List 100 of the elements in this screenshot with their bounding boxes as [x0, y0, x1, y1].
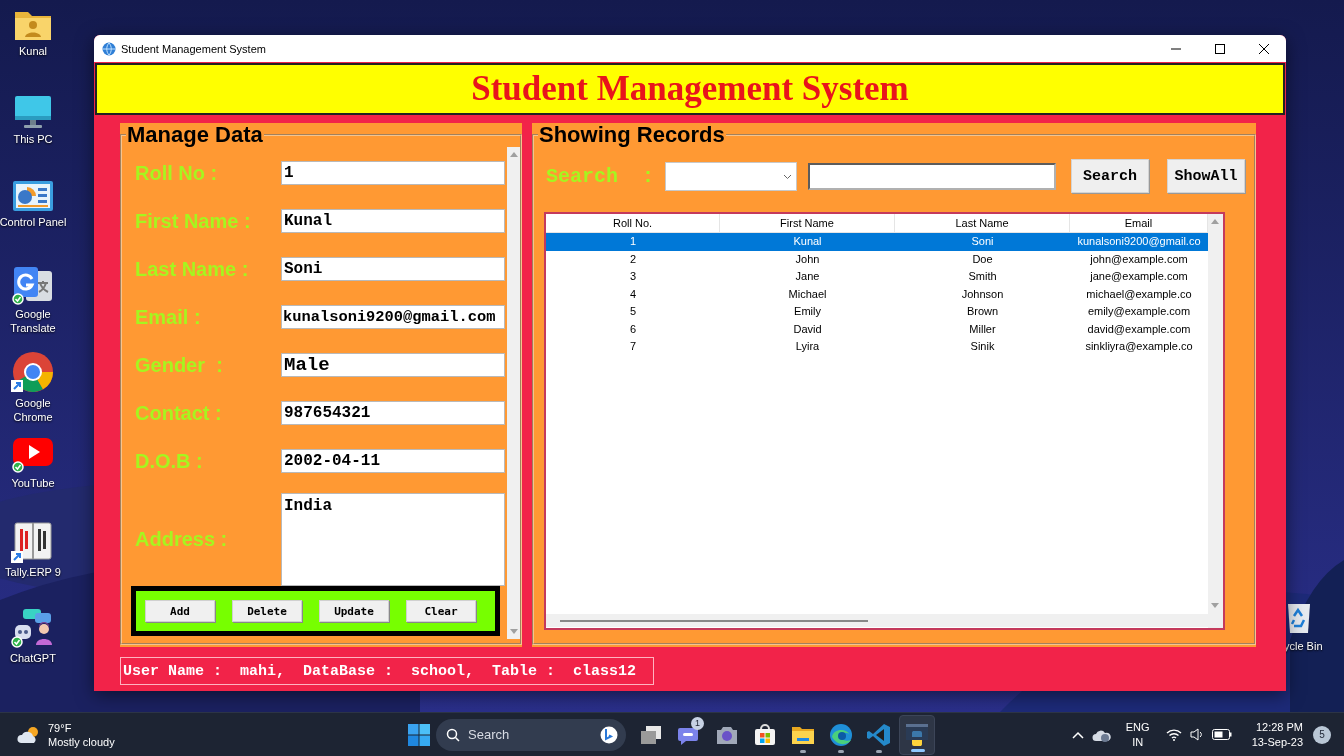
- show-all-button[interactable]: ShowAll: [1167, 159, 1245, 193]
- table-cell-text: 2: [628, 251, 638, 267]
- code-editor-icon[interactable]: [867, 722, 891, 747]
- table-row[interactable]: 1 Kunal Soni kunalsoni9200@gmail.co: [546, 233, 1208, 251]
- input-field[interactable]: Soni: [281, 257, 505, 281]
- table-cell-text: Michael: [787, 286, 828, 302]
- table-cell-text: jane@example.com: [1089, 269, 1189, 284]
- input-field[interactable]: 987654321: [281, 401, 505, 425]
- control-panel-icon[interactable]: [12, 179, 54, 213]
- table-cell-text: Soni: [970, 234, 995, 249]
- table-row[interactable]: 3 Jane Smith jane@example.com: [546, 268, 1208, 286]
- search-icon: [446, 727, 460, 742]
- weather-condition: Mostly cloudy: [48, 734, 115, 749]
- icon-label: Google Translate: [9, 306, 57, 335]
- icon-label: YouTube: [10, 475, 56, 490]
- window-title: Student Management System: [121, 42, 267, 55]
- speaker-icon[interactable]: [1189, 728, 1204, 741]
- folder-icon[interactable]: [791, 724, 815, 745]
- app-heading: Student Management System: [471, 69, 909, 109]
- monitor-icon[interactable]: [13, 93, 53, 130]
- panel-title: Manage Data: [126, 123, 264, 147]
- temperature: 79°F: [48, 720, 73, 735]
- field-label: Contact :: [135, 401, 223, 425]
- field-label: Roll No :: [135, 161, 219, 185]
- table-cell-text: 5: [628, 304, 638, 319]
- chat-robot-icon[interactable]: [11, 606, 55, 649]
- table-cell-text: 3: [628, 269, 638, 284]
- maximize-icon[interactable]: [1215, 43, 1225, 54]
- chevron-up-icon[interactable]: [1071, 730, 1084, 739]
- action-button[interactable]: Add: [145, 600, 215, 622]
- column-header[interactable]: Last Name: [895, 214, 1070, 232]
- field-label: Email :: [135, 305, 202, 329]
- column-header[interactable]: First Name: [720, 214, 895, 232]
- table-cell-text: john@example.com: [1089, 251, 1189, 267]
- field-label: Last Name :: [135, 257, 250, 281]
- chevron-down-icon: [783, 173, 792, 180]
- youtube-icon[interactable]: [11, 435, 55, 474]
- action-button[interactable]: Delete: [232, 600, 302, 622]
- close-icon[interactable]: [1259, 43, 1269, 54]
- icon-label: This PC: [12, 131, 54, 146]
- table-cell-text: kunalsoni9200@gmail.co: [1076, 234, 1202, 249]
- store-bag-icon[interactable]: [754, 723, 776, 746]
- clock-time[interactable]: 12:28 PM: [1255, 719, 1303, 735]
- icon-label: ChatGPT: [9, 650, 57, 665]
- action-button[interactable]: Clear: [406, 600, 476, 622]
- table-cell-text: Jane: [794, 269, 821, 284]
- icon-label: Control Panel: [0, 215, 67, 229]
- battery-icon[interactable]: [1211, 729, 1232, 740]
- input-field[interactable]: kunalsoni9200@gmail.com: [281, 305, 505, 329]
- input-field[interactable]: Male: [281, 353, 505, 377]
- search-box[interactable]: Search: [436, 718, 626, 751]
- camera-icon[interactable]: [715, 724, 739, 745]
- notification-badge: 1: [691, 716, 704, 730]
- column-header[interactable]: Roll No.: [546, 214, 720, 232]
- table-cell-text: Sinik: [969, 339, 996, 354]
- table-cell-text: sinkliyra@example.co: [1084, 339, 1194, 354]
- status-bar: User Name : mahi, DataBase : school, Table : class12: [120, 657, 654, 685]
- clock-date[interactable]: 13-Sep-23: [1251, 734, 1303, 750]
- scrollbar[interactable]: [507, 147, 520, 639]
- table-row[interactable]: 4 Michael Johnson michael@example.co: [546, 285, 1208, 303]
- horizontal-scrollbar[interactable]: [546, 614, 1208, 627]
- ledger-book-icon[interactable]: [11, 521, 55, 563]
- wifi-icon[interactable]: [1165, 728, 1182, 741]
- globe-icon: [102, 41, 116, 56]
- table-cell-text: 4: [628, 286, 638, 302]
- table-row[interactable]: 6 David Miller david@example.com: [546, 320, 1208, 338]
- input-field[interactable]: 1: [281, 161, 505, 185]
- table-cell-text: Kunal: [792, 234, 823, 249]
- input-field[interactable]: 2002-04-11: [281, 449, 505, 473]
- table-cell-text: David: [792, 321, 823, 337]
- python-app-icon[interactable]: [905, 722, 929, 747]
- chrome-icon[interactable]: [11, 350, 55, 394]
- panel-title: Showing Records: [538, 123, 726, 147]
- table-cell-text: 7: [628, 339, 638, 354]
- input-field[interactable]: Kunal: [281, 209, 505, 233]
- task-view-icon[interactable]: [640, 724, 662, 745]
- table-cell-text: 1: [628, 234, 638, 249]
- table-row[interactable]: 7 Lyira Sinik sinkliyra@example.co: [546, 338, 1208, 356]
- table-cell-text: michael@example.co: [1085, 286, 1193, 302]
- text-area[interactable]: India: [281, 493, 505, 586]
- field-label: Address :: [135, 528, 229, 551]
- table-cell-text: 6: [628, 321, 638, 337]
- icon-label: Google Chrome: [12, 396, 54, 424]
- table-row[interactable]: 2 John Doe john@example.com: [546, 250, 1208, 268]
- language-indicator[interactable]: ENG IN: [1125, 719, 1150, 750]
- icon-label: Tally.ERP 9: [4, 565, 62, 579]
- table-cell-text: Miller: [968, 321, 997, 337]
- search-field[interactable]: [808, 162, 1056, 190]
- notification-count[interactable]: 5: [1313, 725, 1331, 744]
- icon-label: ycle Bin: [1284, 640, 1323, 652]
- field-label: D.O.B :: [135, 449, 204, 473]
- windows-logo-icon[interactable]: [408, 723, 430, 746]
- table-cell-text: John: [794, 251, 821, 267]
- search-button[interactable]: Search: [1071, 159, 1149, 193]
- table-row[interactable]: 5 Emily Brown emily@example.com: [546, 303, 1208, 321]
- browser-icon[interactable]: [829, 722, 853, 747]
- table-cell-text: Johnson: [960, 286, 1005, 302]
- action-button[interactable]: Update: [319, 600, 389, 622]
- vertical-scrollbar[interactable]: [1208, 214, 1223, 628]
- translate-icon[interactable]: [12, 264, 54, 305]
